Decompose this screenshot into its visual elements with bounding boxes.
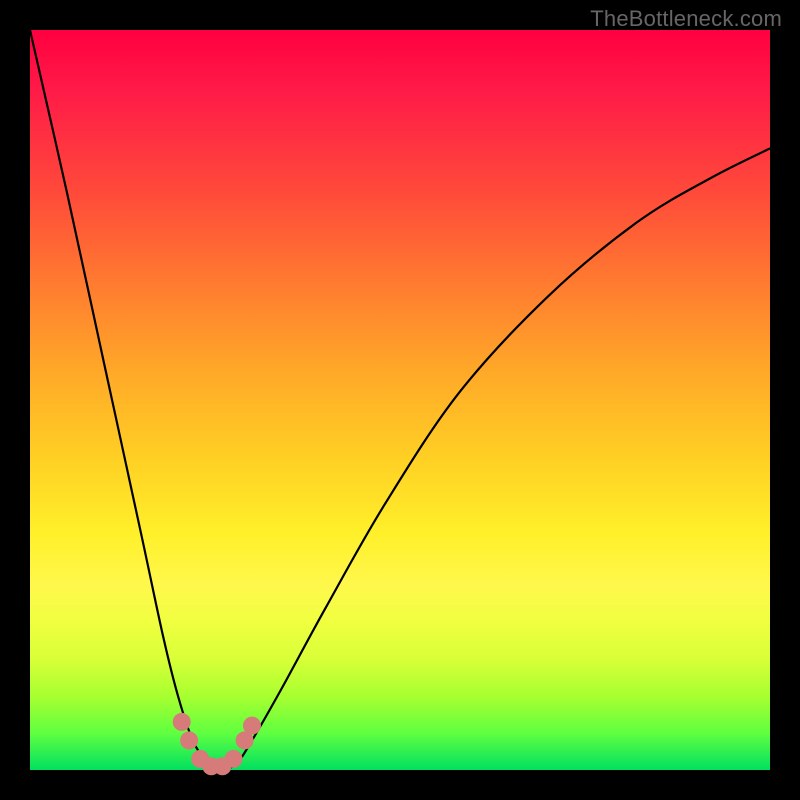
bottleneck-chart-svg (30, 30, 770, 770)
trough-marker-dot (173, 713, 191, 731)
trough-marker-dot (243, 717, 261, 735)
trough-marker-dot (225, 750, 243, 768)
watermark-text: TheBottleneck.com (590, 6, 782, 32)
bottleneck-curve-line (30, 30, 770, 770)
chart-plot-area (30, 30, 770, 770)
trough-marker-group (173, 713, 261, 775)
trough-marker-dot (180, 731, 198, 749)
